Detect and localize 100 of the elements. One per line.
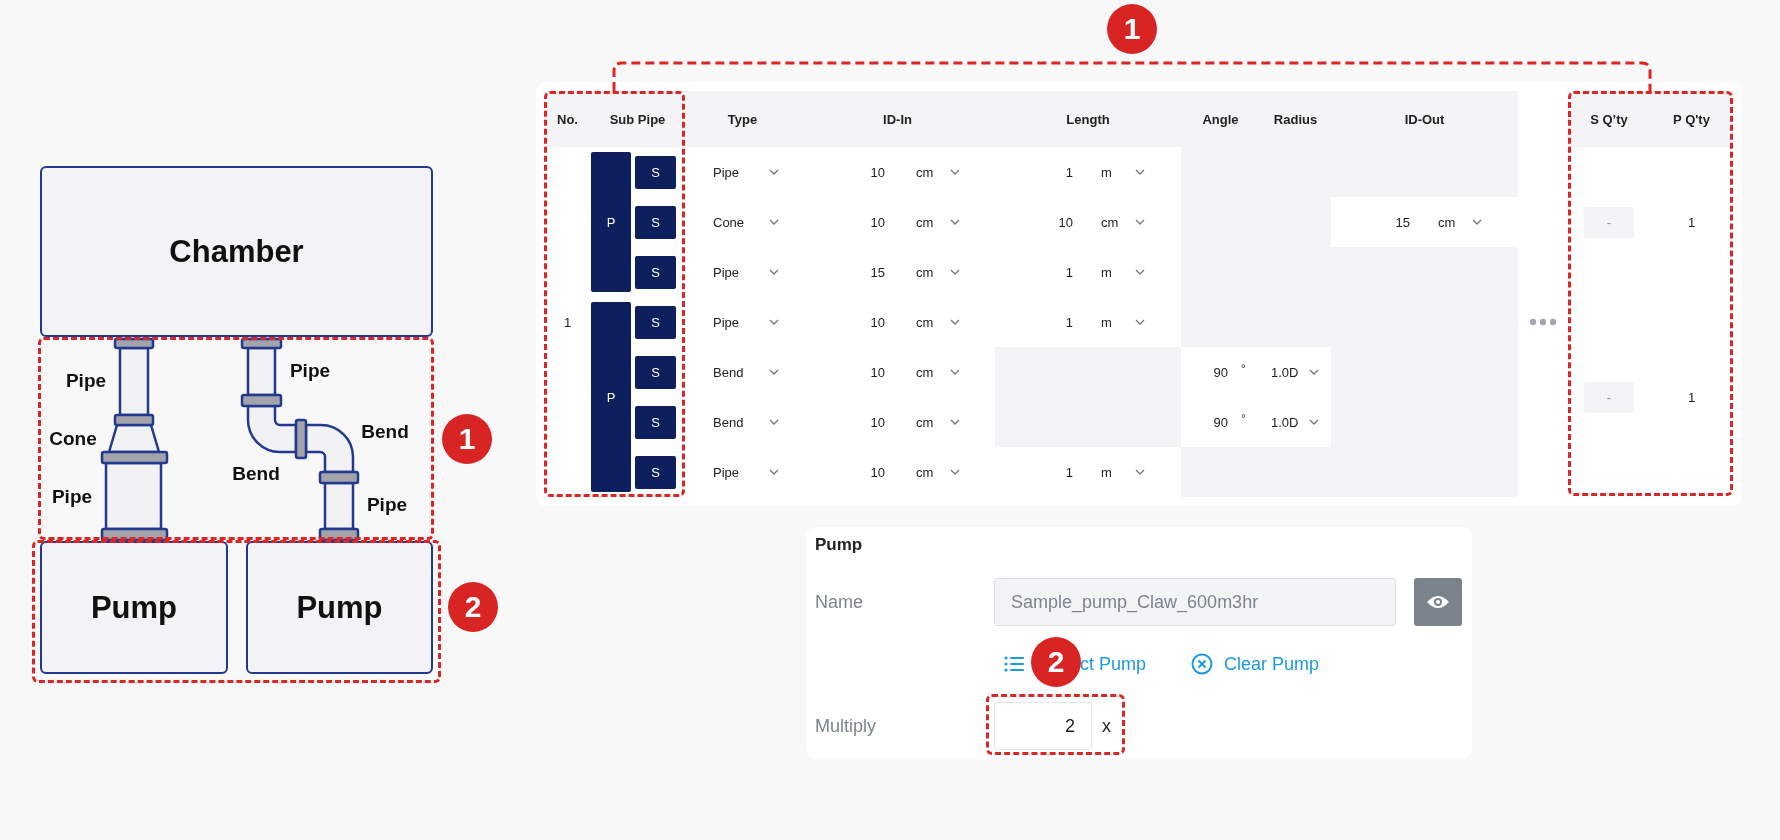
value-field[interactable]: 1 bbox=[1005, 164, 1073, 180]
unit-select[interactable]: m bbox=[1101, 464, 1145, 480]
chevron-icon bbox=[769, 169, 779, 175]
chevron-icon bbox=[950, 269, 960, 275]
table-cell: 1 bbox=[1687, 214, 1696, 230]
column-header: S Q’ty bbox=[1568, 91, 1650, 147]
chevron-icon bbox=[950, 319, 960, 325]
eye-icon bbox=[1426, 594, 1450, 610]
unit-label: x bbox=[1102, 715, 1111, 737]
table-cell-text: 1 bbox=[562, 313, 573, 332]
chevron-icon bbox=[1135, 219, 1145, 225]
type-select[interactable]: Pipe bbox=[713, 264, 779, 280]
unit-label: ° bbox=[1241, 362, 1246, 376]
chevron-icon bbox=[950, 219, 960, 225]
chevron-icon bbox=[769, 469, 779, 475]
sub-pipe-button[interactable]: S bbox=[635, 455, 676, 489]
part-label: Bend bbox=[361, 421, 409, 443]
value-field[interactable]: 90 bbox=[1181, 414, 1228, 430]
chevron-icon bbox=[950, 369, 960, 375]
type-select[interactable]: Bend bbox=[713, 364, 779, 380]
number-badge: 1 bbox=[442, 414, 492, 464]
radius-select[interactable]: 1.0D bbox=[1271, 364, 1319, 380]
list-icon bbox=[1004, 656, 1024, 672]
chevron-icon bbox=[950, 419, 960, 425]
chevron-icon bbox=[1135, 469, 1145, 475]
number-badge: 1 bbox=[1107, 4, 1157, 54]
chevron-icon bbox=[769, 219, 779, 225]
multiply-field[interactable]: 2 bbox=[994, 702, 1092, 750]
column-header: Length bbox=[995, 91, 1181, 147]
view-button[interactable] bbox=[1414, 578, 1462, 626]
part-label: Pipe bbox=[289, 360, 331, 382]
column-header: Radius bbox=[1260, 91, 1331, 147]
unit-select[interactable]: m bbox=[1101, 264, 1145, 280]
part-label: Cone bbox=[49, 428, 97, 450]
value-field[interactable]: 10 bbox=[820, 464, 885, 480]
value-field[interactable]: 1 bbox=[1005, 464, 1073, 480]
unit-select[interactable]: cm bbox=[916, 414, 960, 430]
chevron-icon bbox=[1472, 219, 1482, 225]
unit-select[interactable]: cm bbox=[916, 164, 960, 180]
value-field[interactable]: 10 bbox=[820, 214, 885, 230]
pipe-button[interactable]: P bbox=[591, 302, 631, 492]
part-label: Pipe bbox=[366, 494, 408, 516]
chamber-box: Chamber bbox=[40, 166, 433, 337]
column-header: Angle bbox=[1181, 91, 1260, 147]
part-label: Pipe bbox=[51, 486, 93, 508]
pump-box: Pump bbox=[246, 541, 433, 674]
chevron-icon bbox=[950, 169, 960, 175]
column-header: ID-Out bbox=[1331, 91, 1518, 147]
chevron-icon bbox=[1135, 169, 1145, 175]
unit-select[interactable]: cm bbox=[916, 264, 960, 280]
sub-pipe-button[interactable]: S bbox=[635, 305, 676, 339]
type-select[interactable]: Bend bbox=[713, 414, 779, 430]
value-field[interactable]: 1 bbox=[1005, 314, 1073, 330]
unit-select[interactable]: cm bbox=[916, 364, 960, 380]
value-field[interactable]: 10 bbox=[1005, 214, 1073, 230]
value-field[interactable]: 10 bbox=[820, 414, 885, 430]
more-icon[interactable] bbox=[1528, 318, 1558, 326]
sub-pipe-button[interactable]: S bbox=[635, 405, 676, 439]
unit-select[interactable]: m bbox=[1101, 164, 1145, 180]
column-header: Type bbox=[685, 91, 800, 147]
unit-select[interactable]: m bbox=[1101, 314, 1145, 330]
column-header: P Q'ty bbox=[1650, 91, 1733, 147]
field-label: Multiply bbox=[815, 715, 877, 737]
pump-box: Pump bbox=[40, 541, 228, 674]
unit-select[interactable]: cm bbox=[916, 314, 960, 330]
chevron-icon bbox=[950, 469, 960, 475]
chevron-icon bbox=[1135, 319, 1145, 325]
unit-select[interactable]: cm bbox=[1101, 214, 1145, 230]
unit-select[interactable]: cm bbox=[916, 464, 960, 480]
value-field[interactable]: 1 bbox=[1005, 264, 1073, 280]
table-cell: 1 bbox=[1687, 389, 1696, 405]
part-label: Pipe bbox=[65, 370, 107, 392]
sub-pipe-button[interactable]: S bbox=[635, 255, 676, 289]
radius-select[interactable]: 1.0D bbox=[1271, 414, 1319, 430]
type-select[interactable]: Pipe bbox=[713, 164, 779, 180]
unit-label: ° bbox=[1241, 412, 1246, 426]
type-select[interactable]: Cone bbox=[713, 214, 779, 230]
part-label: Bend bbox=[232, 463, 280, 485]
chevron-icon bbox=[1135, 269, 1145, 275]
column-header: No. bbox=[545, 91, 590, 147]
unit-select[interactable]: cm bbox=[1438, 214, 1482, 230]
column-header: Sub Pipe bbox=[590, 91, 685, 147]
sub-pipe-button[interactable]: S bbox=[635, 205, 676, 239]
clear-icon bbox=[1191, 653, 1214, 675]
sub-pipe-button[interactable]: S bbox=[635, 155, 676, 189]
value-field[interactable]: 10 bbox=[820, 364, 885, 380]
sub-pipe-button[interactable]: S bbox=[635, 355, 676, 389]
column-header: ID-In bbox=[800, 91, 995, 147]
value-field[interactable]: 10 bbox=[820, 314, 885, 330]
pipe-button[interactable]: P bbox=[591, 152, 631, 292]
value-field[interactable]: 90 bbox=[1181, 364, 1228, 380]
chevron-icon bbox=[769, 419, 779, 425]
value-field[interactable]: 15 bbox=[820, 264, 885, 280]
value-field[interactable]: 10 bbox=[820, 164, 885, 180]
type-select[interactable]: Pipe bbox=[713, 314, 779, 330]
type-select[interactable]: Pipe bbox=[713, 464, 779, 480]
field-label: Name bbox=[815, 591, 864, 613]
value-field[interactable]: 15 bbox=[1340, 214, 1410, 230]
chevron-icon bbox=[1309, 419, 1319, 425]
unit-select[interactable]: cm bbox=[916, 214, 960, 230]
